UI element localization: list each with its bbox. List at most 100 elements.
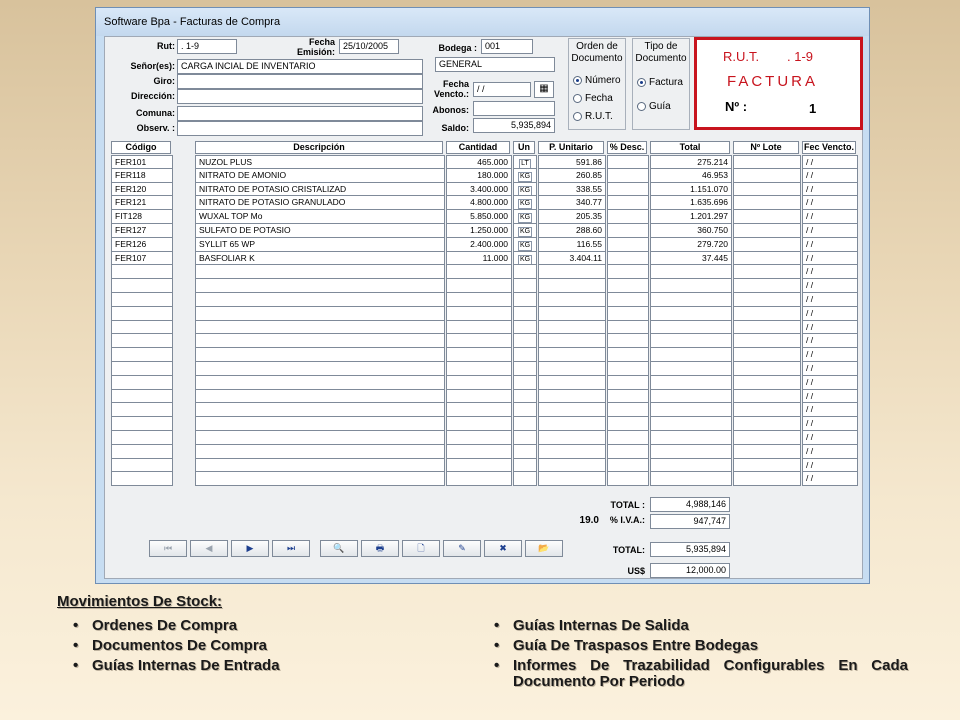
table-cell-desc[interactable]: [607, 182, 649, 197]
table-cell-descripcion[interactable]: [195, 320, 445, 335]
table-cell-descripcion[interactable]: [195, 458, 445, 473]
table-cell-desc[interactable]: [607, 403, 649, 418]
table-cell-lote[interactable]: [733, 417, 801, 431]
table-cell-un[interactable]: [513, 348, 537, 362]
table-cell-un[interactable]: [513, 320, 537, 335]
table-cell-descripcion[interactable]: SYLLIT 65 WP: [195, 237, 445, 252]
table-cell-codigo[interactable]: [111, 458, 173, 473]
table-cell-unitario[interactable]: [538, 389, 606, 404]
col-desc-header[interactable]: % Desc.: [607, 141, 647, 154]
table-cell-lote[interactable]: [733, 265, 801, 280]
table-cell-total[interactable]: [650, 444, 732, 459]
calendar-button[interactable]: ▦: [534, 81, 554, 98]
table-cell-desc[interactable]: [607, 168, 649, 183]
table-cell-codigo[interactable]: [111, 292, 173, 307]
table-cell-desc[interactable]: [607, 155, 649, 169]
table-cell-cantidad[interactable]: [446, 348, 512, 362]
table-cell-cantidad[interactable]: 465.000: [446, 155, 512, 169]
table-cell-unitario[interactable]: 288.60: [538, 223, 606, 238]
table-cell-unitario[interactable]: [538, 361, 606, 376]
table-cell-desc[interactable]: [607, 472, 649, 487]
table-cell-descripcion[interactable]: BASFOLIAR K: [195, 251, 445, 266]
table-cell-descripcion[interactable]: [195, 417, 445, 431]
table-cell-unitario[interactable]: 116.55: [538, 237, 606, 252]
table-cell-un[interactable]: [513, 444, 537, 459]
table-cell-vencto[interactable]: / /: [802, 223, 858, 238]
table-cell-un[interactable]: KG: [513, 251, 537, 266]
table-cell-desc[interactable]: [607, 375, 649, 390]
col-un-header[interactable]: Un: [513, 141, 535, 154]
table-cell-unitario[interactable]: [538, 417, 606, 431]
table-cell-codigo[interactable]: [111, 334, 173, 349]
table-cell-un[interactable]: [513, 306, 537, 321]
table-cell-descripcion[interactable]: [195, 472, 445, 487]
abonos-input[interactable]: [473, 101, 555, 116]
tipo-factura-radio[interactable]: Factura: [637, 77, 683, 88]
table-cell-desc[interactable]: [607, 292, 649, 307]
table-cell-total[interactable]: [650, 334, 732, 349]
table-cell-unitario[interactable]: [538, 430, 606, 445]
col-descripcion-header[interactable]: Descripción: [195, 141, 443, 154]
table-cell-vencto[interactable]: / /: [802, 182, 858, 197]
prev-record-button[interactable]: ◀: [190, 540, 228, 557]
table-cell-cantidad[interactable]: [446, 472, 512, 487]
table-cell-total[interactable]: [650, 430, 732, 445]
table-cell-cantidad[interactable]: [446, 389, 512, 404]
table-cell-lote[interactable]: [733, 210, 801, 224]
table-cell-cantidad[interactable]: [446, 375, 512, 390]
table-cell-vencto[interactable]: / /: [802, 196, 858, 211]
table-cell-unitario[interactable]: [538, 292, 606, 307]
table-cell-total[interactable]: 279.720: [650, 237, 732, 252]
search-button[interactable]: 🔍: [320, 540, 358, 557]
table-cell-unitario[interactable]: [538, 458, 606, 473]
table-cell-vencto[interactable]: / /: [802, 472, 858, 487]
col-unitario-header[interactable]: P. Unitario: [538, 141, 604, 154]
table-cell-un[interactable]: [513, 472, 537, 487]
table-cell-codigo[interactable]: FER126: [111, 237, 173, 252]
table-cell-unitario[interactable]: [538, 320, 606, 335]
table-cell-cantidad[interactable]: [446, 292, 512, 307]
table-cell-cantidad[interactable]: [446, 403, 512, 418]
table-cell-unitario[interactable]: [538, 348, 606, 362]
table-cell-total[interactable]: 1.635.696: [650, 196, 732, 211]
table-cell-cantidad[interactable]: [446, 458, 512, 473]
table-cell-unitario[interactable]: [538, 265, 606, 280]
table-cell-codigo[interactable]: [111, 279, 173, 293]
table-cell-descripcion[interactable]: [195, 348, 445, 362]
delete-button[interactable]: ✖: [484, 540, 522, 557]
table-cell-lote[interactable]: [733, 403, 801, 418]
table-cell-unitario[interactable]: 591.86: [538, 155, 606, 169]
table-cell-descripcion[interactable]: NITRATO DE POTASIO CRISTALIZAD: [195, 182, 445, 197]
table-cell-desc[interactable]: [607, 196, 649, 211]
table-cell-descripcion[interactable]: [195, 444, 445, 459]
table-cell-desc[interactable]: [607, 458, 649, 473]
table-cell-total[interactable]: 1.151.070: [650, 182, 732, 197]
table-cell-un[interactable]: KG: [513, 210, 537, 224]
table-cell-lote[interactable]: [733, 430, 801, 445]
tipo-guia-radio[interactable]: Guía: [637, 101, 671, 112]
table-cell-vencto[interactable]: / /: [802, 292, 858, 307]
table-cell-lote[interactable]: [733, 375, 801, 390]
table-cell-total[interactable]: 37.445: [650, 251, 732, 266]
table-cell-codigo[interactable]: FER127: [111, 223, 173, 238]
table-cell-descripcion[interactable]: [195, 375, 445, 390]
table-cell-total[interactable]: [650, 348, 732, 362]
table-cell-desc[interactable]: [607, 348, 649, 362]
last-record-button[interactable]: ⏭: [272, 540, 310, 557]
table-cell-vencto[interactable]: / /: [802, 237, 858, 252]
table-cell-codigo[interactable]: FER120: [111, 182, 173, 197]
table-cell-lote[interactable]: [733, 361, 801, 376]
fecha-vencto-input[interactable]: / /: [473, 82, 531, 97]
table-cell-lote[interactable]: [733, 334, 801, 349]
table-cell-codigo[interactable]: [111, 430, 173, 445]
table-cell-cantidad[interactable]: 1.250.000: [446, 223, 512, 238]
table-cell-un[interactable]: KG: [513, 182, 537, 197]
col-cantidad-header[interactable]: Cantidad: [446, 141, 510, 154]
table-cell-codigo[interactable]: [111, 375, 173, 390]
table-cell-total[interactable]: [650, 389, 732, 404]
table-cell-desc[interactable]: [607, 361, 649, 376]
table-cell-vencto[interactable]: / /: [802, 320, 858, 335]
table-cell-total[interactable]: [650, 403, 732, 418]
table-cell-unitario[interactable]: 338.55: [538, 182, 606, 197]
table-cell-lote[interactable]: [733, 389, 801, 404]
